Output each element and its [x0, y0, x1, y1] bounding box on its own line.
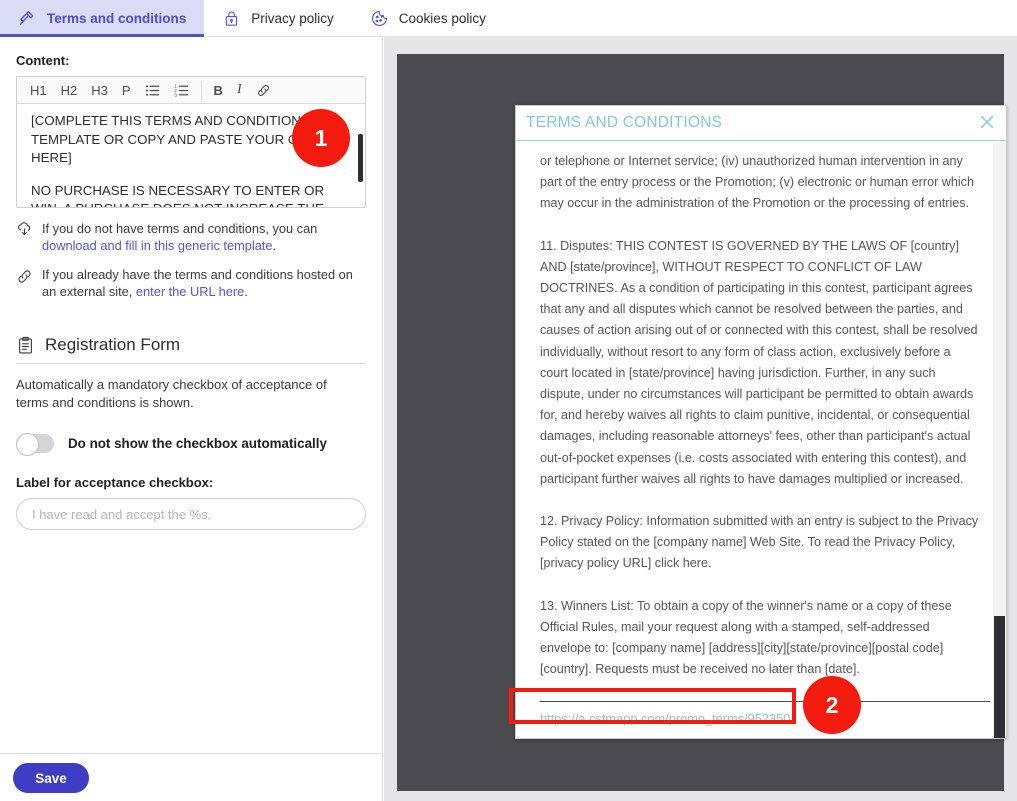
- bold-button[interactable]: B: [207, 78, 230, 103]
- terms-paragraph-11: 11. Disputes: THIS CONTEST IS GOVERNED B…: [540, 238, 978, 486]
- terms-paragraph-13: 13. Winners List: To obtain a copy of th…: [540, 598, 952, 677]
- hint-download-template-text: If you do not have terms and conditions,…: [42, 220, 366, 254]
- hide-checkbox-toggle[interactable]: [16, 433, 54, 456]
- hide-checkbox-toggle-row: Do not show the checkbox automatically: [16, 433, 366, 456]
- acceptance-checkbox-label: Label for acceptance checkbox:: [16, 475, 214, 490]
- paragraph-button[interactable]: P: [115, 78, 138, 103]
- application-root: Terms and conditions Privacy policy Cook…: [0, 0, 1017, 801]
- acceptance-checkbox-input[interactable]: [16, 498, 366, 530]
- hint-1-before: If you do not have terms and conditions,…: [42, 221, 318, 236]
- terms-modal-title: TERMS AND CONDITIONS: [526, 114, 723, 131]
- hide-checkbox-toggle-label: Do not show the checkbox automatically: [68, 436, 327, 451]
- modal-scrollbar[interactable]: [993, 142, 1006, 738]
- gavel-icon: [18, 9, 37, 28]
- download-template-link[interactable]: download and fill in this generic templa…: [42, 238, 272, 253]
- padlock-icon: [222, 9, 241, 28]
- terms-modal-body[interactable]: or telephone or Internet service; (iv) u…: [516, 142, 1006, 738]
- annotation-badge-1: 1: [292, 109, 350, 167]
- tab-privacy-policy[interactable]: Privacy policy: [204, 0, 352, 37]
- editor-paragraph-2: NO PURCHASE IS NECESSARY TO ENTER OR WIN…: [31, 182, 325, 208]
- content-label: Content:: [16, 53, 70, 68]
- registration-form-description: Automatically a mandatory checkbox of ac…: [16, 377, 327, 410]
- tab-privacy-policy-label: Privacy policy: [251, 11, 334, 26]
- editor-toolbar: H1 H2 H3 P 1 2 3 B I: [17, 77, 365, 104]
- terms-modal-header: TERMS AND CONDITIONS: [516, 106, 1006, 141]
- terms-paragraph-10: or telephone or Internet service; (iv) u…: [540, 154, 974, 211]
- preview-panel: TERMS AND CONDITIONS or telephone or Int…: [384, 37, 1017, 801]
- toolbar-divider: [200, 80, 202, 100]
- hint-download-template: If you do not have terms and conditions,…: [16, 220, 366, 254]
- annotation-badge-2: 2: [803, 676, 861, 734]
- clipboard-icon: [16, 336, 35, 355]
- heading2-button[interactable]: H2: [54, 78, 85, 103]
- close-icon[interactable]: [978, 113, 996, 131]
- numbered-list-button[interactable]: 1 2 3: [167, 78, 196, 103]
- enter-url-link[interactable]: enter the URL here: [136, 284, 244, 299]
- hint-1-after: .: [272, 238, 277, 253]
- bullet-list-button[interactable]: [138, 78, 167, 103]
- cloud-download-icon: [16, 222, 33, 239]
- annotation-highlight-2: [509, 688, 796, 724]
- panel-footer: Save: [0, 753, 382, 801]
- link-button[interactable]: [249, 78, 278, 103]
- editor-scrollbar-thumb[interactable]: [358, 134, 363, 182]
- hint-external-url: If you already have the terms and condit…: [16, 266, 366, 300]
- heading3-button[interactable]: H3: [84, 78, 115, 103]
- tab-terms-and-conditions-label: Terms and conditions: [47, 11, 187, 26]
- svg-text:3: 3: [174, 92, 177, 97]
- tab-cookies-policy[interactable]: Cookies policy: [352, 0, 504, 37]
- modal-scrollbar-thumb[interactable]: [994, 616, 1005, 738]
- tab-cookies-policy-label: Cookies policy: [398, 11, 486, 26]
- tab-bar: Terms and conditions Privacy policy Cook…: [0, 0, 1017, 37]
- registration-form-header: Registration Form: [16, 335, 366, 364]
- italic-button[interactable]: I: [230, 78, 249, 103]
- heading1-button[interactable]: H1: [23, 78, 54, 103]
- save-button[interactable]: Save: [13, 763, 89, 793]
- terms-paragraph-12: 12. Privacy Policy: Information submitte…: [540, 514, 979, 571]
- terms-modal: TERMS AND CONDITIONS or telephone or Int…: [515, 105, 1007, 739]
- link-icon: [16, 268, 33, 285]
- preview-backdrop: TERMS AND CONDITIONS or telephone or Int…: [397, 54, 1007, 791]
- registration-form-title: Registration Form: [45, 335, 181, 354]
- tab-terms-and-conditions[interactable]: Terms and conditions: [0, 0, 205, 37]
- cookie-icon: [370, 9, 389, 28]
- hint-2-after: .: [244, 284, 248, 299]
- hint-external-url-text: If you already have the terms and condit…: [42, 266, 366, 300]
